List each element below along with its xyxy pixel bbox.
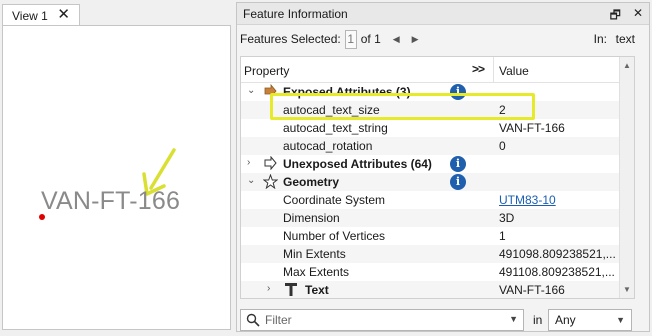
features-selected-label: Features Selected: — [240, 32, 341, 46]
tree-row-unexposed-attributes[interactable]: › Unexposed Attributes (64) i — [241, 155, 634, 173]
tab-view-1[interactable]: View 1 ✕ — [2, 4, 80, 26]
grid-header: Property >> Value — [241, 57, 634, 83]
panel-title: Feature Information — [243, 6, 348, 21]
filter-in-label: in — [533, 313, 543, 327]
info-icon[interactable]: i — [450, 84, 466, 100]
tree-row-exposed-attributes[interactable]: ⌄ Exposed Attributes (3) i — [241, 83, 634, 101]
geometry-icon — [263, 174, 278, 189]
geometry-row-coordinate-system[interactable]: Coordinate System UTM83-10 — [241, 191, 634, 209]
tab-label: View 1 — [12, 8, 48, 23]
geometry-property-value: 491098.809238521,... — [499, 247, 616, 261]
tree-row-label: Unexposed Attributes (64) — [283, 157, 432, 171]
attribute-name: autocad_text_string — [283, 121, 388, 135]
close-icon[interactable]: ✕ — [57, 7, 70, 23]
filter-scope-select[interactable]: Any ▼ — [548, 309, 632, 331]
feature-point[interactable] — [39, 214, 45, 220]
next-feature-icon[interactable]: ▶ — [412, 34, 419, 45]
info-icon[interactable]: i — [450, 174, 466, 190]
geometry-property-value: 491108.809238521,... — [499, 265, 615, 279]
attribute-row-text-size[interactable]: autocad_text_size 2 — [241, 101, 634, 119]
float-window-icon[interactable]: 🗗 — [610, 6, 621, 27]
chevron-down-icon: ▼ — [616, 315, 625, 325]
attribute-value: VAN-FT-166 — [499, 121, 565, 135]
column-divider[interactable] — [493, 57, 494, 83]
filter-scope-value: Any — [555, 313, 576, 327]
column-header-value[interactable]: Value — [499, 64, 529, 78]
close-icon[interactable]: ✕ — [633, 6, 643, 27]
feature-index-input[interactable]: 1 — [344, 29, 357, 49]
chevron-down-icon[interactable]: ▼ — [509, 314, 518, 324]
geometry-property-name: Coordinate System — [283, 193, 386, 207]
scroll-down-icon[interactable]: ▼ — [623, 285, 631, 294]
geometry-row-vertices[interactable]: Number of Vertices 1 — [241, 227, 634, 245]
info-icon[interactable]: i — [450, 156, 466, 172]
feature-text-label[interactable]: VAN-FT-166 — [41, 187, 180, 216]
geometry-property-name: Min Extents — [283, 247, 346, 261]
filter-input[interactable] — [265, 312, 505, 328]
geometry-property-name: Dimension — [283, 211, 340, 225]
tree-row-value: VAN-FT-166 — [499, 283, 565, 297]
tree-row-label: Text — [305, 283, 329, 297]
text-icon — [285, 283, 297, 296]
unexposed-attributes-icon — [264, 156, 277, 170]
attribute-name: autocad_rotation — [283, 139, 373, 153]
feature-toolbar: Features Selected: 1 of 1 ◀ ▶ In: text — [237, 26, 649, 52]
coordinate-system-link[interactable]: UTM83-10 — [499, 193, 556, 207]
previous-feature-icon[interactable]: ◀ — [393, 34, 400, 45]
tree-row-label: Exposed Attributes (3) — [283, 85, 411, 99]
attribute-row-rotation[interactable]: autocad_rotation 0 — [241, 137, 634, 155]
view-panel: View 1 ✕ VAN-FT-166 — [2, 4, 231, 330]
search-icon — [246, 313, 260, 327]
filter-bar: ▼ in Any ▼ — [240, 309, 640, 331]
vertical-scrollbar[interactable]: ▲ ▼ — [619, 57, 634, 298]
tree-row-geometry[interactable]: ⌄ Geometry i — [241, 173, 634, 191]
scroll-up-icon[interactable]: ▲ — [623, 61, 631, 70]
geometry-property-value: 3D — [499, 211, 515, 225]
chevron-right-icon[interactable]: › — [267, 283, 270, 294]
attribute-name: autocad_text_size — [283, 103, 380, 117]
feature-count-label: of 1 — [360, 32, 381, 46]
filter-field[interactable]: ▼ — [240, 309, 524, 331]
in-label: In: — [593, 32, 607, 46]
tree-row-label: Geometry — [283, 175, 340, 189]
map-canvas[interactable]: VAN-FT-166 — [2, 25, 231, 330]
feature-property-grid: Property >> Value ⌄ Exposed Attributes (… — [240, 56, 635, 299]
chevron-right-icon[interactable]: › — [247, 157, 250, 168]
exposed-attributes-icon — [264, 84, 277, 98]
attribute-row-text-string[interactable]: autocad_text_string VAN-FT-166 — [241, 119, 634, 137]
geometry-property-name: Number of Vertices — [283, 229, 386, 243]
chevron-down-icon[interactable]: ⌄ — [247, 175, 255, 186]
geometry-row-max-extents[interactable]: Max Extents 491108.809238521,... — [241, 263, 634, 281]
attribute-value: 0 — [499, 139, 506, 153]
geometry-row-min-extents[interactable]: Min Extents 491098.809238521,... — [241, 245, 634, 263]
column-header-property[interactable]: Property — [244, 64, 289, 78]
geometry-row-dimension[interactable]: Dimension 3D — [241, 209, 634, 227]
expand-columns-button[interactable]: >> — [472, 62, 485, 76]
attribute-value: 2 — [499, 103, 506, 117]
tree-row-text[interactable]: › Text VAN-FT-166 — [241, 281, 634, 298]
geometry-property-value: 1 — [499, 229, 506, 243]
geometry-property-name: Max Extents — [283, 265, 350, 279]
in-value: text — [615, 32, 635, 46]
feature-information-panel: Feature Information 🗗 ✕ Features Selecte… — [236, 2, 650, 332]
panel-title-bar: Feature Information 🗗 ✕ — [237, 3, 649, 25]
chevron-down-icon[interactable]: ⌄ — [247, 85, 255, 96]
